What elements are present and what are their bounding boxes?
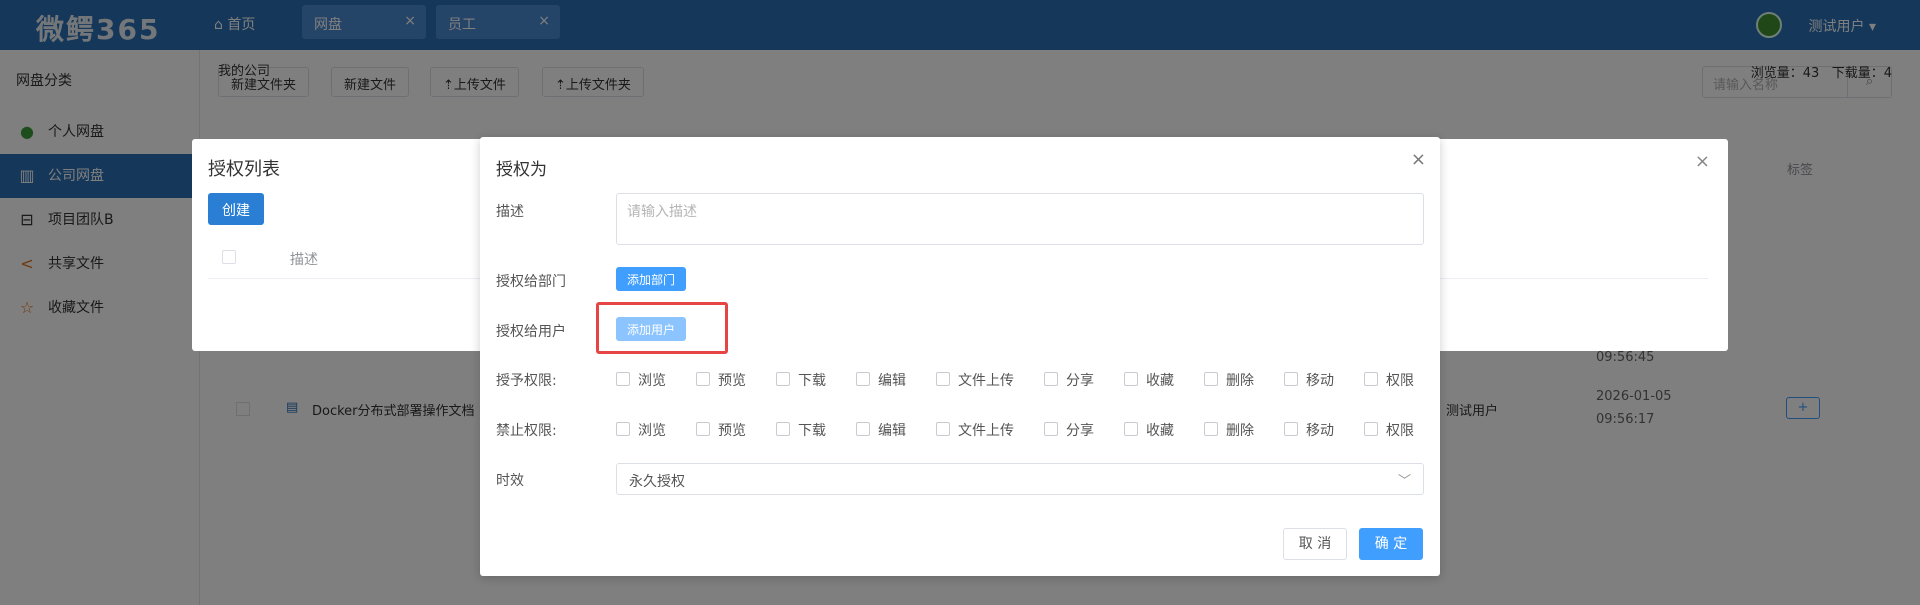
deny-permissions-label: 禁止权限:: [496, 423, 557, 439]
close-icon[interactable]: ×: [1695, 151, 1710, 172]
desc-label: 描述: [496, 204, 524, 220]
chevron-down-icon: ﹀: [1397, 474, 1411, 489]
expiry-value: 永久授权: [629, 474, 685, 490]
authorize-dialog: 授权为 × 描述 请输入描述 授权给部门 添加部门 授权给用户 添加用户 授予权…: [480, 137, 1440, 576]
auth-list-title: 授权列表: [208, 159, 280, 180]
create-button[interactable]: 创建: [208, 193, 264, 225]
select-all-checkbox[interactable]: [222, 250, 236, 264]
desc-field[interactable]: 请输入描述: [616, 193, 1424, 245]
expiry-label: 时效: [496, 473, 524, 489]
cancel-button[interactable]: 取 消: [1283, 528, 1347, 560]
ok-button[interactable]: 确 定: [1359, 528, 1423, 560]
dialog-title: 授权为: [496, 160, 547, 180]
dept-label: 授权给部门: [496, 274, 566, 290]
expiry-select[interactable]: 永久授权 ﹀: [616, 463, 1424, 495]
user-label: 授权给用户: [496, 324, 566, 340]
column-header-desc: 描述: [290, 252, 318, 268]
close-icon[interactable]: ×: [1411, 149, 1426, 170]
highlight-box: [596, 302, 728, 354]
add-department-button[interactable]: 添加部门: [616, 267, 687, 291]
grant-permissions-label: 授予权限:: [496, 373, 557, 389]
